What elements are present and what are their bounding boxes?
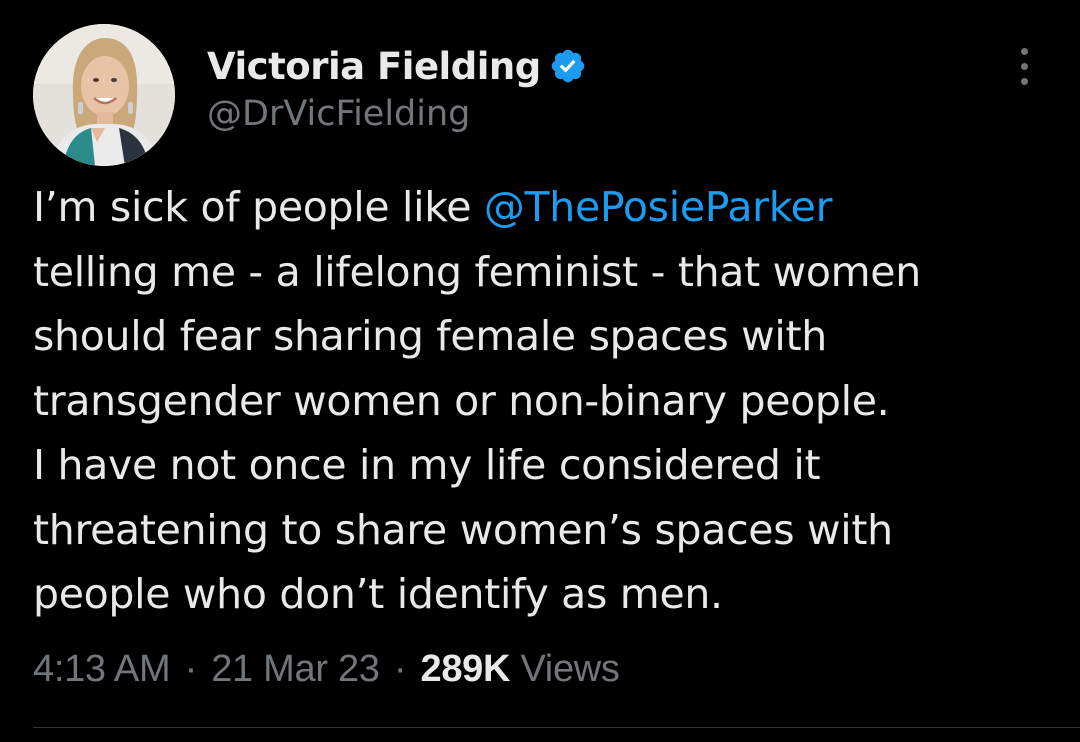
more-options-icon-dot [1021, 78, 1028, 85]
author-handle[interactable]: @DrVicFielding [207, 94, 470, 134]
tweet-time[interactable]: 4:13 AM [33, 648, 171, 690]
more-options-icon-dot [1021, 63, 1028, 70]
tweet-line: people who don’t identify as men. [33, 570, 723, 618]
views-count: 289K [420, 648, 511, 690]
tweet-line: transgender women or non-binary people. [33, 376, 890, 425]
avatar[interactable] [33, 24, 175, 166]
divider [33, 727, 1080, 728]
tweet-date[interactable]: 21 Mar 23 [211, 648, 380, 690]
tweet-line: telling me - a lifelong feminist - that … [33, 247, 921, 296]
views-label: Views [520, 648, 620, 690]
meta-separator: · [393, 648, 407, 690]
more-options-button[interactable] [1010, 44, 1040, 90]
tweet-text: I’m sick of people like @ThePosieParker … [33, 175, 1053, 627]
tweet-line: threatening to share women’s spaces with [33, 505, 893, 554]
tweet-line: should fear sharing female spaces with [33, 312, 827, 360]
avatar-image [33, 24, 175, 166]
tweet-line: I have not once in my life considered it [33, 441, 821, 489]
meta-separator: · [184, 648, 198, 690]
author-name-row: Victoria Fielding [207, 40, 587, 92]
more-options-icon [1021, 48, 1028, 55]
tweet-meta: 4:13 AM · 21 Mar 23 · 289K Views [33, 648, 620, 691]
tweet-line: I’m sick of people like @ThePosieParker [33, 175, 1053, 240]
tweet-line-text: I’m sick of people like [33, 183, 484, 231]
mention-link[interactable]: @ThePosieParker [484, 183, 833, 231]
tweet: Victoria Fielding @DrVicFielding I’m sic… [0, 0, 1080, 742]
verified-badge-icon[interactable] [549, 47, 587, 85]
author-display-name[interactable]: Victoria Fielding [207, 45, 541, 88]
